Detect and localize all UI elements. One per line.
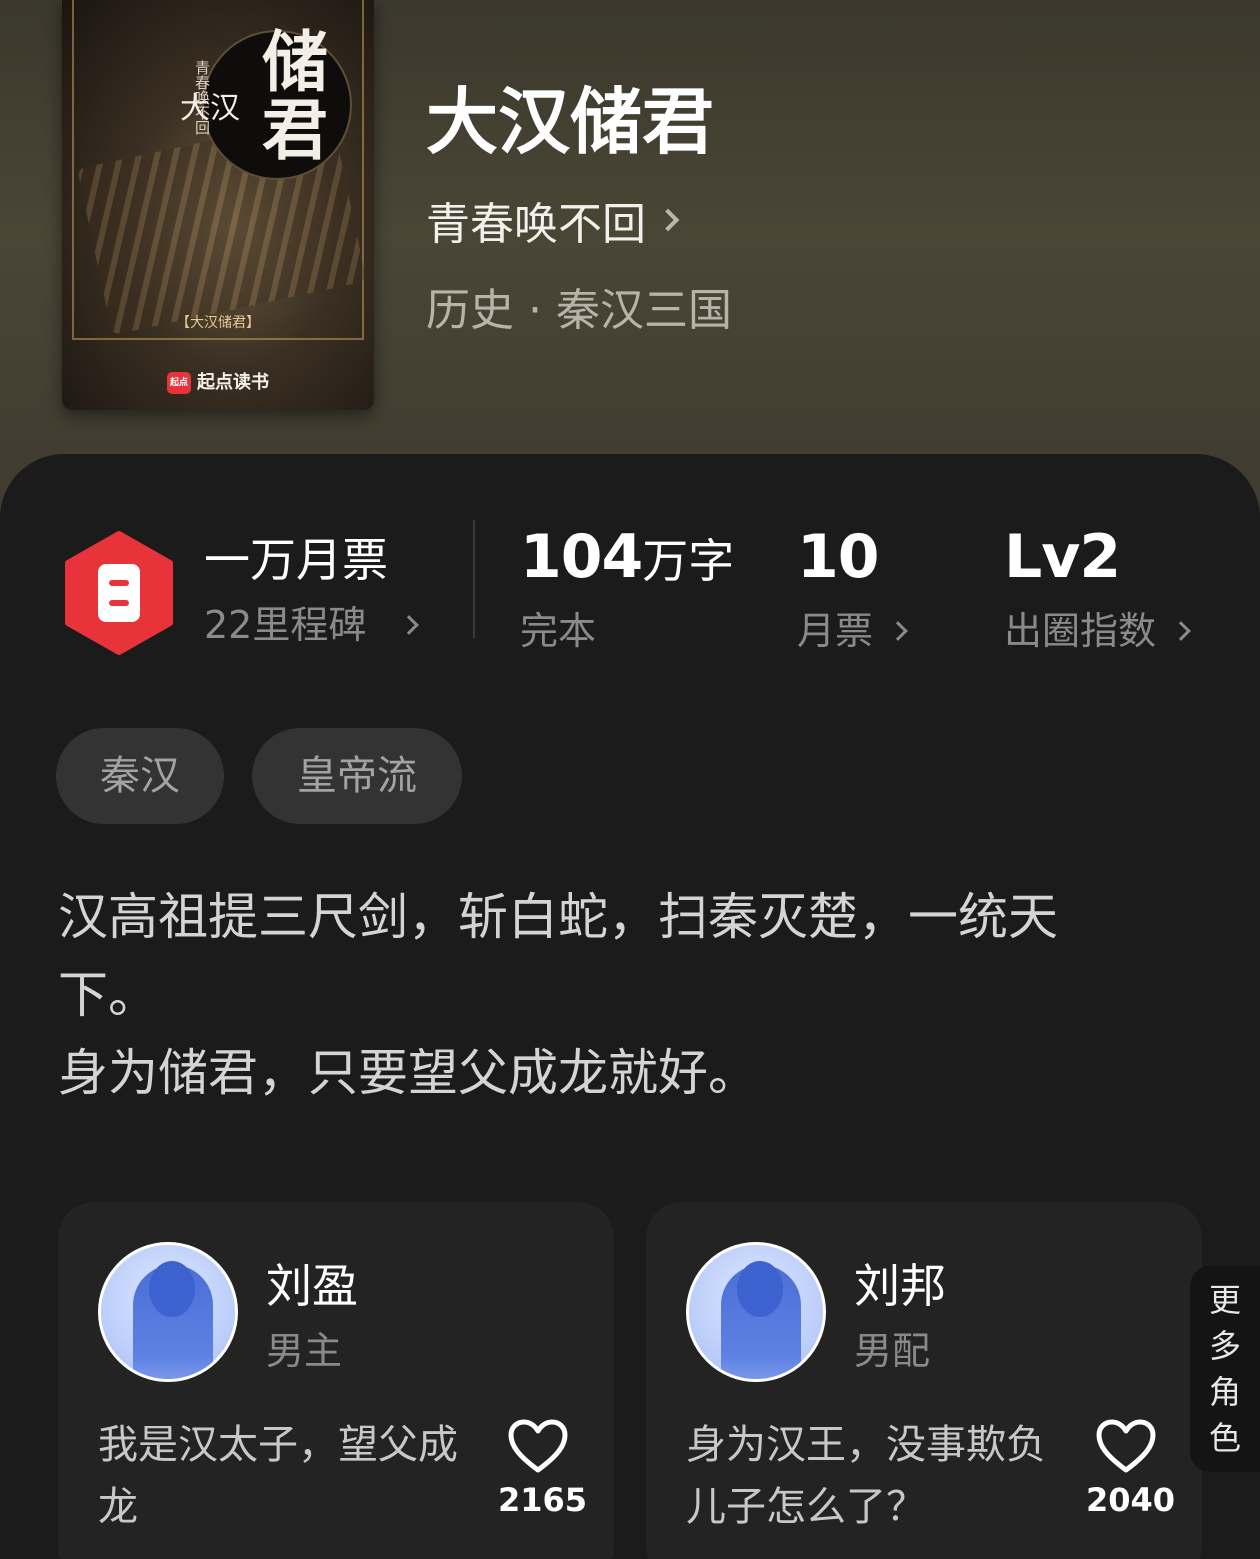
chevron-right-icon (399, 615, 420, 635)
tag-emperor[interactable]: 皇帝流 (252, 728, 462, 824)
character-avatar (686, 1242, 826, 1382)
like-count: 2040 (1086, 1481, 1176, 1519)
more-roles-char: 多 (1208, 1327, 1241, 1365)
cover-title-small: 大汉 (180, 91, 240, 126)
word-count-value: 104 (520, 522, 643, 592)
character-role: 男配 (854, 1329, 931, 1373)
monthly-ticket-label: 月票 (797, 609, 874, 653)
influence-value: Lv2 (1004, 522, 1121, 592)
more-roles-char: 色 (1208, 1419, 1241, 1457)
chevron-right-icon (1171, 621, 1191, 641)
influence-label: 出圈指数 (1004, 609, 1157, 653)
milestone-title: 一万月票 (204, 533, 388, 587)
brand-logo-icon: 起点 (167, 372, 191, 394)
tag-qinhan[interactable]: 秦汉 (56, 728, 224, 824)
chevron-right-icon (888, 621, 908, 641)
milestone-count: 22里程碑 (204, 603, 367, 647)
cover-brand-name: 起点读书 (197, 372, 269, 393)
heart-outline-icon (508, 1419, 568, 1473)
character-avatar (98, 1242, 238, 1382)
character-quote: 身为汉王，没事欺负儿子怎么了？ (686, 1422, 1046, 1530)
word-count-unit: 万字 (642, 534, 735, 588)
heart-outline-icon (1096, 1419, 1156, 1473)
author-link[interactable]: 青春唤不回 (426, 190, 680, 250)
more-roles-char: 角 (1208, 1373, 1241, 1411)
ticket-badge-icon (62, 530, 176, 656)
like-count: 2165 (498, 1481, 588, 1519)
book-cover[interactable]: 青春唤不回 大汉 储君 【大汉储君】 起点 起点读书 (62, 0, 374, 410)
word-count: 104万字 (520, 522, 734, 596)
more-roles-char: 更 (1208, 1281, 1241, 1319)
cover-subtitle: 【大汉储君】 (176, 315, 260, 331)
book-status-label: 完本 (520, 609, 597, 653)
author-name: 青春唤不回 (426, 199, 646, 250)
avatar-head (149, 1261, 195, 1317)
milestone-link[interactable]: 22里程碑 (204, 600, 420, 650)
influence-link[interactable]: 出圈指数 (1004, 606, 1191, 656)
character-card[interactable]: 刘盈 男主 我是汉太子，望父成龙 2165 (58, 1202, 614, 1559)
monthly-ticket-link[interactable]: 月票 (797, 606, 908, 656)
book-category: 历史 · 秦汉三国 (426, 285, 732, 336)
cover-brand: 起点 起点读书 (62, 368, 374, 394)
cover-title: 储君 (262, 23, 328, 169)
like-button[interactable]: 2165 (498, 1418, 588, 1520)
character-name: 刘邦 (854, 1259, 946, 1313)
more-characters-button[interactable]: 更 多 角 色 (1190, 1266, 1260, 1472)
chevron-right-icon (656, 208, 680, 232)
book-synopsis: 汉高祖提三尺剑，斩白蛇，扫秦灭楚，一统天下。 身为储君，只要望父成龙就好。 (58, 888, 1058, 1102)
character-quote: 我是汉太子，望父成龙 (98, 1422, 458, 1530)
monthly-ticket-value: 10 (797, 522, 879, 592)
character-name: 刘盈 (266, 1259, 358, 1313)
character-role: 男主 (266, 1329, 343, 1373)
book-status: 完本 (520, 606, 596, 656)
avatar-head (737, 1261, 783, 1317)
book-title: 大汉储君 (426, 79, 715, 164)
character-card[interactable]: 刘邦 男配 身为汉王，没事欺负儿子怎么了？ 2040 (646, 1202, 1202, 1559)
stats-divider (473, 520, 475, 638)
like-button[interactable]: 2040 (1086, 1418, 1176, 1520)
